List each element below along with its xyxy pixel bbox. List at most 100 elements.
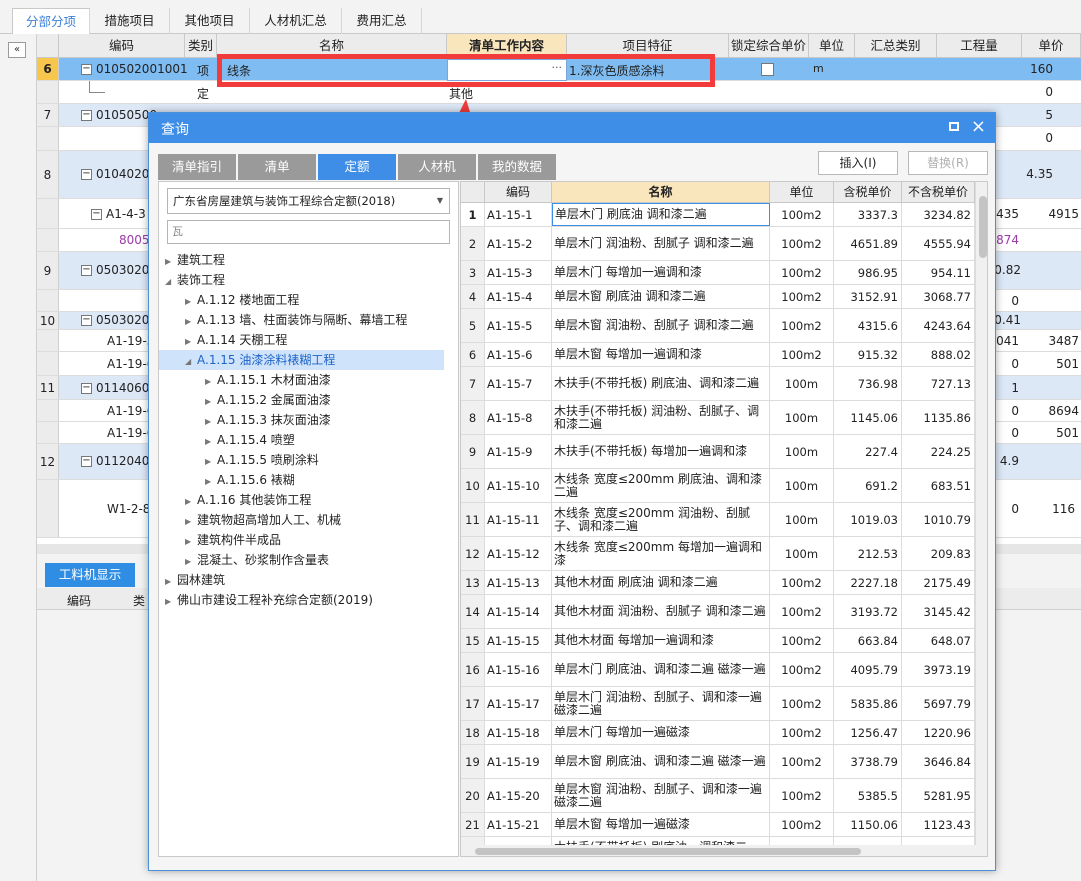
tree-node[interactable]: ▶ 建筑构件半成品 [159, 530, 444, 550]
row-price-notax: 209.83 [902, 537, 975, 570]
table-row[interactable]: 12 A1-15-12 木线条 宽度≤200mm 每增加一遍调和漆 100m 212.5… [461, 537, 975, 571]
row-price-notax: 3145.42 [902, 595, 975, 628]
expand-icon[interactable]: ▶ [185, 332, 197, 352]
table-horizontal-scrollbar[interactable] [461, 845, 987, 856]
row-price-notax: 2175.49 [902, 571, 975, 594]
table-row[interactable]: 17 A1-15-17 单层木门 润油粉、刮腻子、调和漆一遍 磁漆二遍 100m2 58… [461, 687, 975, 721]
table-row[interactable]: 21 A1-15-21 单层木窗 每增加一遍磁漆 100m2 1150.06 1123.4… [461, 813, 975, 837]
row-unit: 100m [770, 435, 834, 468]
collapse-row-icon[interactable]: − [81, 383, 92, 394]
tree-node[interactable]: ▶ A.1.15.2 金属面油漆 [159, 390, 444, 410]
tree-node[interactable]: ▶ 园林建筑 [159, 570, 444, 590]
replace-button[interactable]: 替换(R) [908, 151, 988, 175]
tree-node[interactable]: ▶ A.1.13 墙、柱面装饰与隔断、幕墙工程 [159, 310, 444, 330]
tree-node[interactable]: ▶ A.1.14 天棚工程 [159, 330, 444, 350]
expand-icon[interactable]: ▶ [205, 372, 217, 392]
table-row[interactable]: 1 A1-15-1 单层木门 刷底油 调和漆二遍 100m2 3337.3 3234.82 [461, 203, 975, 227]
table-row[interactable]: 13 A1-15-13 其他木材面 刷底油 调和漆二遍 100m2 2227.18 217… [461, 571, 975, 595]
expand-icon[interactable]: ▶ [185, 552, 197, 572]
collapse-row-icon[interactable]: − [81, 110, 92, 121]
expand-icon[interactable]: ▶ [185, 312, 197, 332]
table-row[interactable]: 15 A1-15-15 其他木材面 每增加一遍调和漆 100m2 663.84 648.0… [461, 629, 975, 653]
tree-node[interactable]: ▶ A.1.16 其他装饰工程 [159, 490, 444, 510]
expand-icon[interactable]: ▶ [205, 432, 217, 452]
table-row[interactable]: 20 A1-15-20 单层木窗 润油粉、刮腻子、调和漆一遍 磁漆二遍 100m2 53… [461, 779, 975, 813]
tab-qingdan[interactable]: 清单 [238, 154, 316, 180]
tree-node[interactable]: ◢ A.1.15 油漆涂料裱糊工程 [159, 350, 444, 370]
tree-node[interactable]: ▶ 建筑物超高增加人工、机械 [159, 510, 444, 530]
expand-icon[interactable]: ▶ [185, 512, 197, 532]
tree-node[interactable]: ▶ 建筑工程 [159, 250, 444, 270]
collapse-row-icon[interactable]: − [81, 265, 92, 276]
expand-icon[interactable]: ▶ [205, 412, 217, 432]
expand-icon[interactable]: ▶ [205, 472, 217, 492]
tree-node[interactable]: ▶ 混凝土、砂浆制作含量表 [159, 550, 444, 570]
chevron-down-icon[interactable]: ▼ [437, 189, 443, 213]
tab-qingdan-zhiyin[interactable]: 清单指引 [158, 154, 236, 180]
scroll-thumb[interactable] [979, 196, 987, 258]
tree-node[interactable]: ▶ A.1.15.6 裱糊 [159, 470, 444, 490]
row-name: 木扶手(不带托板) 刷底油、调和漆二遍、磁漆一遍 [552, 837, 770, 845]
table-header-unit: 单位 [770, 182, 834, 203]
lock-checkbox[interactable] [761, 63, 774, 76]
row-quantity: 0 [1045, 131, 1053, 145]
table-header-price-tax: 含税单价 [834, 182, 902, 203]
tab-rencaiji[interactable]: 人材机 [398, 154, 476, 180]
collapse-row-icon[interactable]: − [81, 456, 92, 467]
collapse-row-icon[interactable]: − [81, 315, 92, 326]
table-vertical-scrollbar[interactable] [975, 182, 987, 845]
table-row[interactable]: 6 A1-15-6 单层木窗 每增加一遍调和漆 100m2 915.32 888.02 [461, 343, 975, 367]
tab-dinge[interactable]: 定额 [318, 154, 396, 180]
tree-node[interactable]: ▶ 佛山市建设工程补充综合定额(2019) [159, 590, 444, 610]
table-row[interactable]: 4 A1-15-4 单层木窗 刷底油 调和漆二遍 100m2 3152.91 3068.7… [461, 285, 975, 309]
expand-icon[interactable]: ▶ [185, 532, 197, 552]
expand-icon[interactable]: ▶ [165, 252, 177, 272]
table-row[interactable]: 8 A1-15-8 木扶手(不带托板) 润油粉、刮腻子、调和漆二遍 100m 1145.… [461, 401, 975, 435]
expand-icon[interactable]: ▶ [165, 572, 177, 592]
table-row[interactable]: 3 A1-15-3 单层木门 每增加一遍调和漆 100m2 986.95 954.11 [461, 261, 975, 285]
tab-my-data[interactable]: 我的数据 [478, 154, 556, 180]
table-row[interactable]: 11 A1-15-11 木线条 宽度≤200mm 润油粉、刮腻子、调和漆二遍 100m… [461, 503, 975, 537]
expand-icon[interactable]: ▶ [185, 492, 197, 512]
scroll-thumb[interactable] [475, 848, 861, 855]
expand-icon[interactable]: ▶ [165, 592, 177, 612]
tab-fenbu[interactable]: 分部分项 [12, 8, 90, 34]
expanded-icon[interactable]: ◢ [185, 352, 197, 372]
collapse-row-icon[interactable]: − [81, 169, 92, 180]
search-input[interactable]: 瓦 [167, 220, 450, 244]
table-row[interactable]: 18 A1-15-18 单层木门 每增加一遍磁漆 100m2 1256.47 1220.9… [461, 721, 975, 745]
tab-gongliaoji[interactable]: 工料机显示 [45, 563, 135, 587]
database-select[interactable]: 广东省房屋建筑与装饰工程综合定额(2018) ▼ [167, 188, 450, 214]
table-row[interactable]: 9 A1-15-9 木扶手(不带托板) 每增加一遍调和漆 100m 227.4 224.2… [461, 435, 975, 469]
table-row[interactable]: 22A1-15-22木扶手(不带托板) 刷底油、调和漆二遍、磁漆一遍100m94… [461, 837, 975, 845]
tab-rencaiji[interactable]: 人材机汇总 [250, 8, 342, 34]
tree-node[interactable]: ▶ A.1.12 楼地面工程 [159, 290, 444, 310]
table-row[interactable]: 19 A1-15-19 单层木窗 刷底油、调和漆二遍 磁漆一遍 100m2 3738.7… [461, 745, 975, 779]
table-row[interactable]: 10 A1-15-10 木线条 宽度≤200mm 刷底油、调和漆二遍 100m 691.… [461, 469, 975, 503]
table-row[interactable]: 5 A1-15-5 单层木窗 润油粉、刮腻子 调和漆二遍 100m2 4315.6 424… [461, 309, 975, 343]
expand-icon[interactable]: ▶ [205, 392, 217, 412]
tree-node[interactable]: ▶ A.1.15.3 抹灰面油漆 [159, 410, 444, 430]
row-number: 9 [37, 252, 59, 289]
tab-cuoshi[interactable]: 措施项目 [90, 8, 170, 34]
maximize-icon[interactable] [949, 122, 959, 131]
collapse-icon[interactable]: « [8, 42, 26, 58]
tree-node[interactable]: ◢ 装饰工程 [159, 270, 444, 290]
table-row[interactable]: 14 A1-15-14 其他木材面 润油粉、刮腻子 调和漆二遍 100m2 3193.7… [461, 595, 975, 629]
tab-qita[interactable]: 其他项目 [170, 8, 250, 34]
insert-button[interactable]: 插入(I) [818, 151, 898, 175]
expand-icon[interactable]: ▶ [205, 452, 217, 472]
close-icon[interactable]: × [971, 116, 986, 137]
table-row[interactable]: 7 A1-15-7 木扶手(不带托板) 刷底油、调和漆二遍 100m 736.98 727… [461, 367, 975, 401]
tree-node[interactable]: ▶ A.1.15.4 喷塑 [159, 430, 444, 450]
row-name: 单层木门 刷底油、调和漆二遍 磁漆一遍 [552, 653, 770, 686]
expanded-icon[interactable]: ◢ [165, 272, 177, 292]
tree-node[interactable]: ▶ A.1.15.1 木材面油漆 [159, 370, 444, 390]
collapse-row-icon[interactable]: − [81, 64, 92, 75]
expand-icon[interactable]: ▶ [185, 292, 197, 312]
tree-node[interactable]: ▶ A.1.15.5 喷刷涂料 [159, 450, 444, 470]
table-row[interactable]: 2 A1-15-2 单层木门 润油粉、刮腻子 调和漆二遍 100m2 4651.89 45… [461, 227, 975, 261]
tab-feiyong[interactable]: 费用汇总 [342, 8, 422, 34]
table-row[interactable]: 16 A1-15-16 单层木门 刷底油、调和漆二遍 磁漆一遍 100m2 4095.7… [461, 653, 975, 687]
collapse-row-icon[interactable]: − [91, 209, 102, 220]
